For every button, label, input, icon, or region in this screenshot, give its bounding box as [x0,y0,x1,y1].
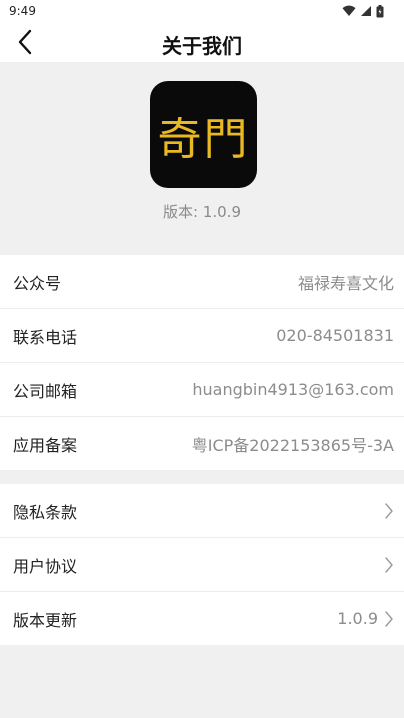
chevron-right-icon [385,556,393,573]
chevron-right-icon [385,502,393,519]
info-row-icp: 应用备案 粤ICP备2022153865号-3A [0,417,404,470]
info-row-value: 020-84501831 [276,326,394,345]
link-row-label: 版本更新 [13,610,78,630]
info-row-email: 公司邮箱 huangbin4913@163.com [0,363,404,417]
version-update-row[interactable]: 版本更新 1.0.9 [0,592,404,645]
info-row-value: 福禄寿喜文化 [297,273,394,293]
link-row-label: 用户协议 [13,556,78,576]
battery-icon [376,4,384,17]
info-row-value: 粤ICP备2022153865号-3A [191,435,394,455]
nav-bar: 关于我们 [0,22,404,62]
status-bar: 9:49 [0,0,404,22]
info-row-label: 公众号 [13,273,62,293]
links-list: 隐私条款 用户协议 版本更新 1.0.9 [0,484,404,645]
about-header: 奇門 版本: 1.0.9 [0,62,404,255]
info-row-public-account: 公众号 福禄寿喜文化 [0,255,404,309]
info-row-label: 应用备案 [13,435,78,455]
info-row-value: huangbin4913@163.com [192,380,394,399]
status-icons [342,4,384,18]
link-row-label: 隐私条款 [13,502,78,522]
info-row-phone: 联系电话 020-84501831 [0,309,404,363]
signal-icon [361,6,371,16]
app-logo-text: 奇門 [157,113,250,165]
info-row-label: 公司邮箱 [13,381,78,401]
wifi-icon [342,5,356,16]
info-row-label: 联系电话 [13,327,78,347]
status-time: 9:49 [9,4,36,18]
chevron-right-icon [385,610,393,627]
page-title: 关于我们 [162,34,242,58]
current-version-value: 1.0.9 [337,609,378,628]
privacy-policy-row[interactable]: 隐私条款 [0,484,404,538]
version-label: 版本: 1.0.9 [163,203,241,221]
info-list: 公众号 福禄寿喜文化 联系电话 020-84501831 公司邮箱 huangb… [0,255,404,470]
app-logo: 奇門 [150,81,257,188]
user-agreement-row[interactable]: 用户协议 [0,538,404,592]
